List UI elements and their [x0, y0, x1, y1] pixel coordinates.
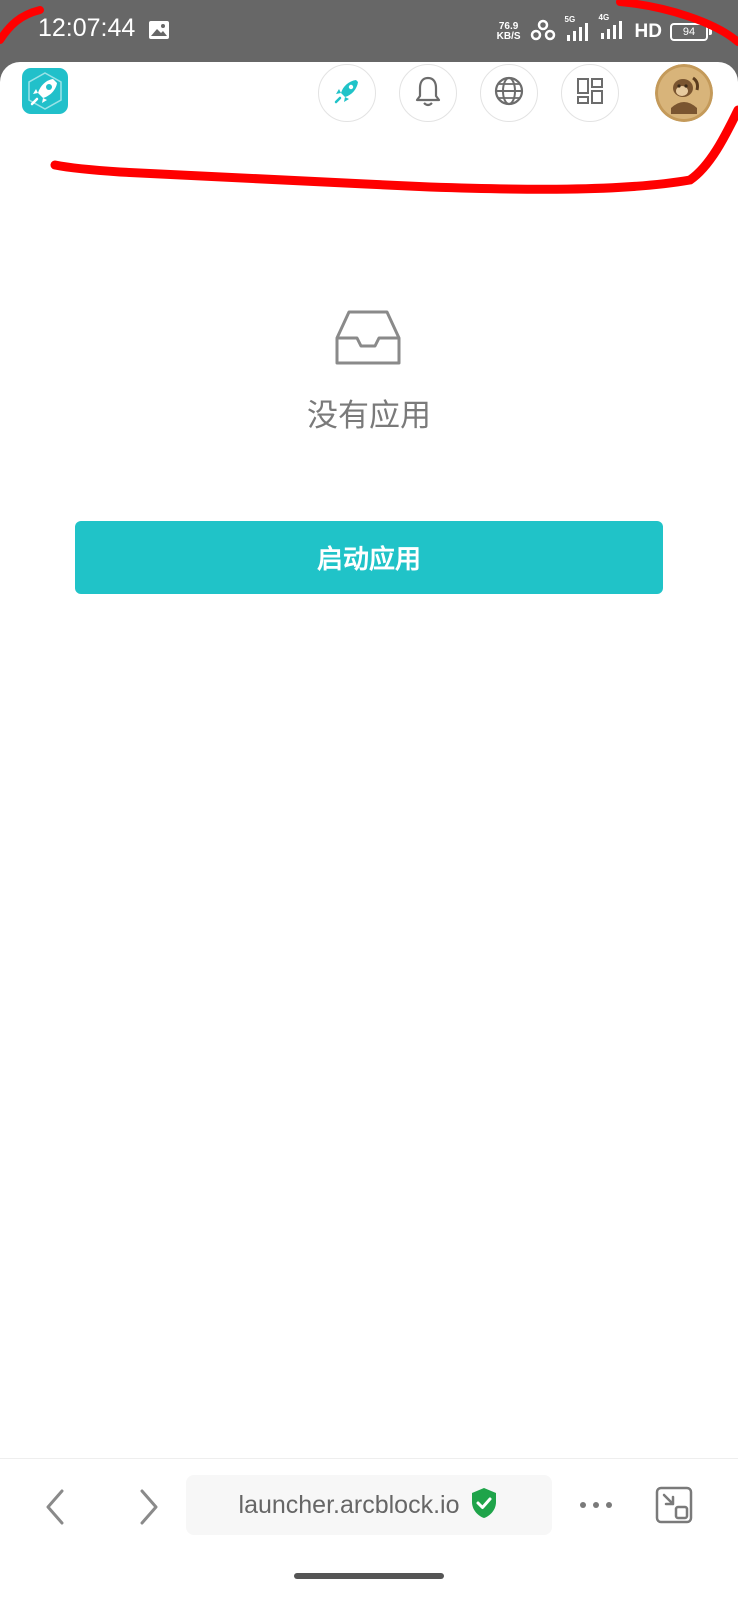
gallery-notification-icon [148, 20, 170, 44]
launch-button[interactable] [318, 64, 376, 122]
language-button[interactable] [480, 64, 538, 122]
back-icon[interactable] [40, 1487, 70, 1531]
rocket-logo-icon[interactable] [22, 68, 68, 114]
signal-4g-label: 4G [598, 13, 610, 22]
net-speed-unit: KB/S [496, 31, 521, 42]
app-header [0, 62, 738, 124]
more-options-icon[interactable] [578, 1495, 614, 1514]
rocket-icon [332, 76, 362, 110]
empty-state-text: 没有应用 [307, 398, 431, 434]
address-bar[interactable]: launcher.arcblock.io [186, 1475, 552, 1535]
signal-5g-label: 5G [564, 15, 576, 24]
status-bar: 12:07:44 76.9 KB/S 5G 4G HD 94 [0, 0, 738, 64]
net-speed: 76.9 KB/S [497, 22, 521, 42]
apps-button[interactable] [561, 64, 619, 122]
hd-voice-label: HD [634, 21, 662, 42]
forward-icon[interactable] [134, 1487, 164, 1531]
app-page: 没有应用 启动应用 [0, 62, 738, 1458]
signal-4g-icon: 4G [599, 13, 627, 45]
inbox-icon [335, 310, 401, 370]
signal-5g-icon: 5G [565, 15, 591, 43]
status-time: 12:07:44 [38, 14, 136, 42]
browser-toolbar: launcher.arcblock.io [0, 1458, 738, 1601]
url-text: launcher.arcblock.io [238, 1490, 460, 1519]
bell-icon [414, 75, 442, 111]
globe-icon [493, 75, 525, 111]
shield-check-icon [469, 1486, 499, 1524]
hotspot-icon [529, 18, 557, 46]
battery-indicator: 94 [670, 23, 712, 41]
picture-in-picture-icon[interactable] [654, 1485, 694, 1529]
launch-app-button[interactable]: 启动应用 [75, 521, 663, 594]
grid-icon [575, 76, 605, 110]
status-indicators: 76.9 KB/S 5G 4G HD 94 [497, 13, 712, 46]
notifications-button[interactable] [399, 64, 457, 122]
user-avatar[interactable] [655, 64, 713, 122]
home-indicator[interactable] [294, 1573, 444, 1579]
